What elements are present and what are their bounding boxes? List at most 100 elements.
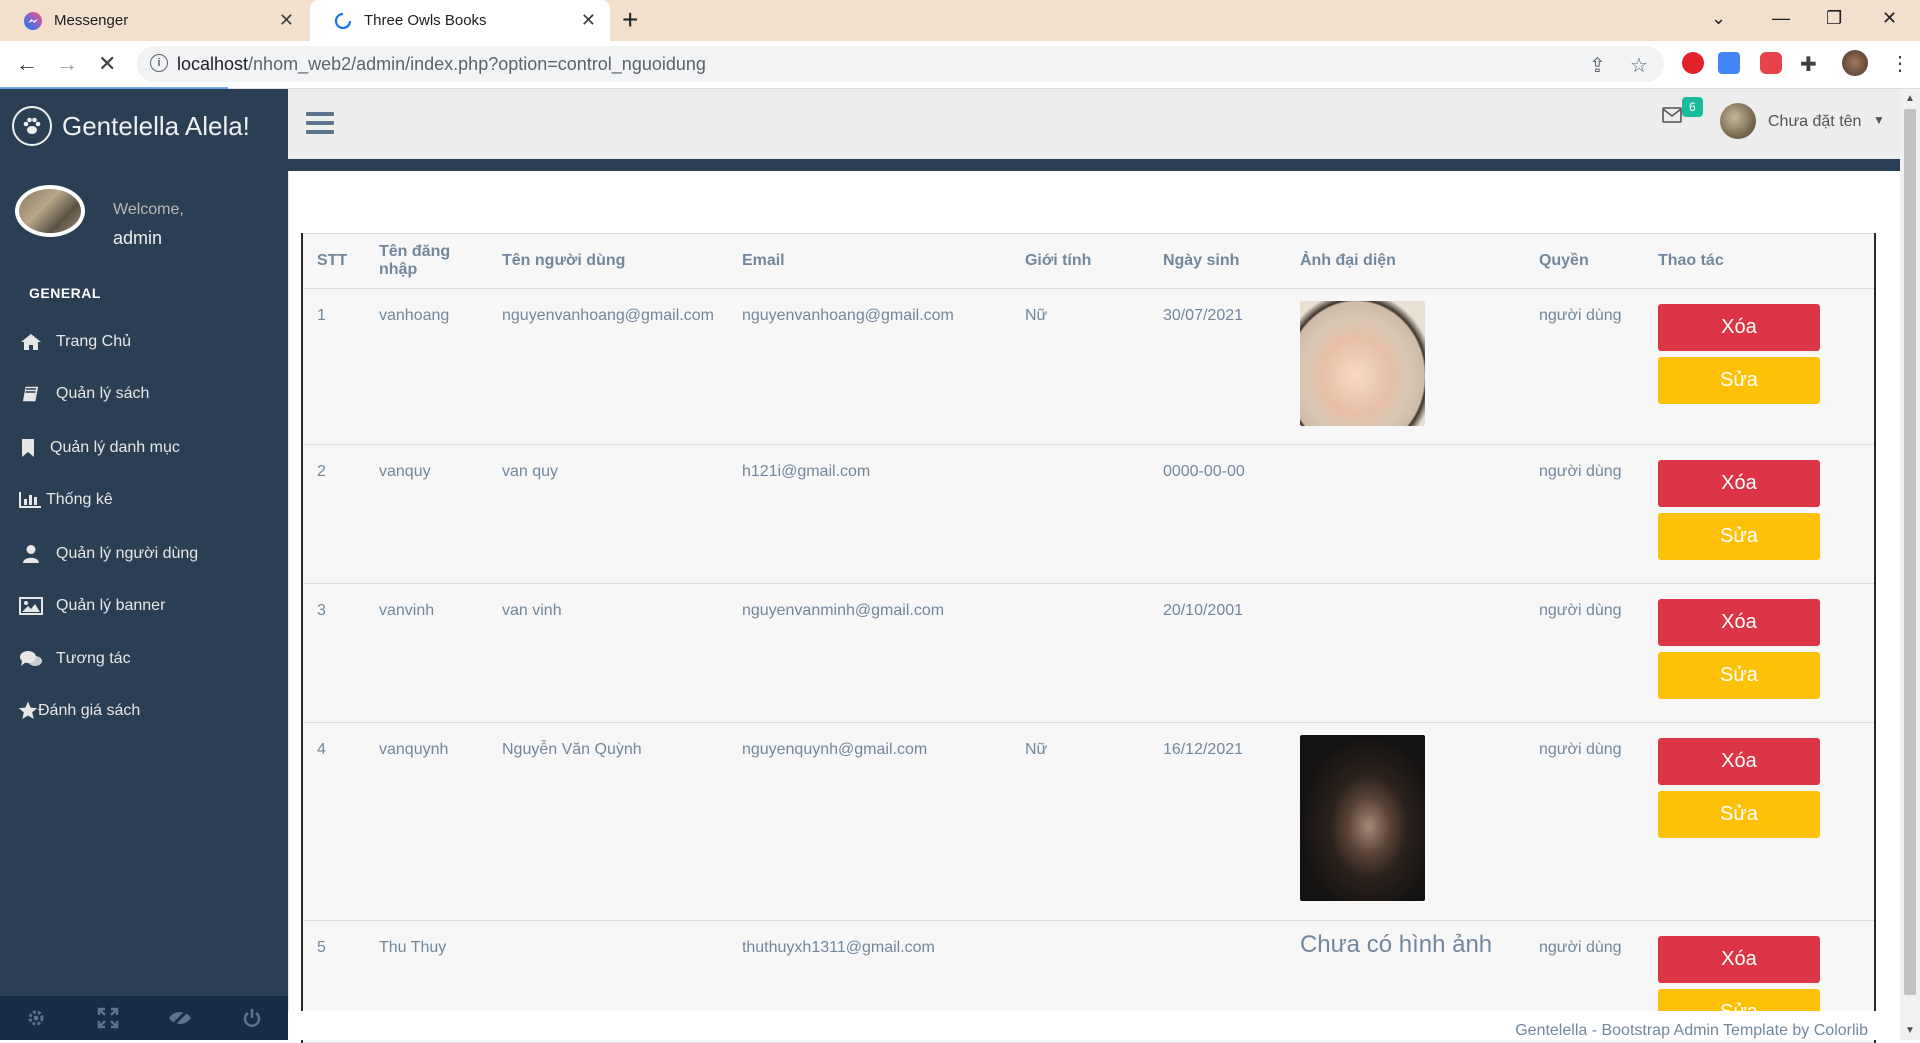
sidebar-item-categories[interactable]: Quản lý danh mục	[18, 438, 180, 458]
cell-avatar	[1285, 288, 1525, 445]
sidebar-item-reviews[interactable]: Đánh giá sách	[18, 701, 140, 720]
menu-toggle-icon[interactable]	[306, 112, 334, 139]
vertical-scrollbar[interactable]: ▲ ▼	[1900, 89, 1920, 1040]
tab-three-owls-books[interactable]: Three Owls Books ✕	[310, 0, 610, 41]
browser-menu-icon[interactable]: ⋮	[1890, 51, 1910, 76]
scrollbar-thumb[interactable]	[1904, 109, 1916, 995]
sidebar-item-users[interactable]: Quản lý người dùng	[18, 544, 198, 564]
col-header-email: Email	[727, 233, 1011, 289]
col-header-login: Tên đăng nhập	[365, 233, 488, 289]
envelope-icon[interactable]	[1662, 107, 1682, 128]
back-icon[interactable]: ←	[16, 51, 38, 77]
cell-login: vanhoang	[365, 288, 488, 445]
star-icon	[18, 701, 38, 720]
table-row: 1 vanhoang nguyenvanhoang@gmail.com nguy…	[302, 288, 1875, 445]
sidebar-item-label: Quản lý banner	[56, 597, 166, 614]
cell-email: nguyenvanhoang@gmail.com	[727, 288, 1011, 445]
url-text[interactable]: localhost/nhom_web2/admin/index.php?opti…	[177, 54, 706, 75]
site-info-icon[interactable]: i	[150, 54, 168, 72]
restore-icon[interactable]: ❐	[1826, 8, 1842, 29]
bookmark-icon	[18, 438, 38, 458]
edit-button[interactable]: Sửa	[1657, 791, 1820, 838]
delete-button[interactable]: Xóa	[1657, 599, 1820, 646]
sidebar-footer	[0, 996, 288, 1040]
cell-gender: Nữ	[1010, 288, 1149, 445]
delete-button[interactable]: Xóa	[1657, 936, 1820, 983]
browser-tab-strip: Messenger ✕ Three Owls Books ✕ + ⌄ — ❐ ✕	[0, 0, 1920, 41]
minimize-icon[interactable]: —	[1772, 8, 1790, 29]
footer-credit: Gentelella - Bootstrap Admin Template by…	[1515, 1022, 1868, 1039]
forward-icon[interactable]: →	[56, 51, 78, 77]
caret-down-icon[interactable]: ▼	[1873, 113, 1885, 127]
main-content: STT Tên đăng nhập Tên người dùng Email G…	[288, 171, 1887, 1043]
bar-chart-icon	[18, 491, 42, 509]
lock-eye-slash-icon[interactable]	[144, 996, 216, 1040]
profile-username: admin	[113, 228, 163, 248]
header-divider	[288, 159, 1900, 171]
profile-avatar	[15, 185, 85, 237]
cell-stt: 2	[302, 444, 365, 584]
profile-avatar-icon[interactable]	[1842, 50, 1868, 76]
sidebar-item-interactions[interactable]: Tương tác	[18, 649, 131, 669]
table-row: 3 vanvinh van vinh nguyenvanminh@gmail.c…	[302, 583, 1875, 723]
sidebar-item-home[interactable]: Trang Chủ	[18, 333, 131, 351]
cell-actions: Xóa Sửa	[1643, 722, 1875, 921]
cell-avatar	[1285, 444, 1525, 584]
close-tab-icon[interactable]: ✕	[581, 10, 596, 31]
puzzle-extensions-icon[interactable]: ✚	[1800, 52, 1822, 76]
sidebar-item-banner[interactable]: Quản lý banner	[18, 597, 165, 615]
cell-email: h121i@gmail.com	[727, 444, 1011, 584]
translate-extension-icon[interactable]	[1718, 52, 1740, 74]
cell-stt: 4	[302, 722, 365, 921]
user-icon	[18, 544, 44, 564]
cell-actions: Xóa Sửa	[1643, 288, 1875, 445]
fullscreen-icon[interactable]	[72, 996, 144, 1040]
opera-extension-icon[interactable]	[1682, 52, 1704, 74]
delete-button[interactable]: Xóa	[1657, 460, 1820, 507]
col-header-actions: Thao tác	[1643, 233, 1875, 289]
new-tab-icon[interactable]: +	[622, 6, 638, 34]
table-header-row: STT Tên đăng nhập Tên người dùng Email G…	[302, 233, 1875, 289]
settings-gear-icon[interactable]	[0, 996, 72, 1040]
brand[interactable]: Gentelella Alela!	[12, 106, 250, 146]
cell-actions: Xóa Sửa	[1643, 444, 1875, 584]
delete-button[interactable]: Xóa	[1657, 304, 1820, 351]
sidebar-item-label: Tương tác	[56, 650, 131, 667]
close-tab-icon[interactable]: ✕	[279, 10, 294, 31]
edit-button[interactable]: Sửa	[1657, 513, 1820, 560]
shield-extension-icon[interactable]	[1760, 52, 1782, 74]
cell-login: vanvinh	[365, 583, 488, 723]
cell-gender: Nữ	[1010, 722, 1149, 921]
share-icon[interactable]: ⇪	[1589, 53, 1606, 78]
col-header-dob: Ngày sinh	[1148, 233, 1286, 289]
sidebar-item-statistics[interactable]: Thống kê	[18, 491, 113, 509]
sidebar-item-label: Thống kê	[46, 491, 113, 508]
book-icon	[18, 385, 44, 403]
edit-button[interactable]: Sửa	[1657, 652, 1820, 699]
cell-dob: 30/07/2021	[1148, 288, 1286, 445]
power-logout-icon[interactable]	[216, 996, 288, 1040]
delete-button[interactable]: Xóa	[1657, 738, 1820, 785]
sidebar-item-label: Đánh giá sách	[38, 701, 141, 719]
tab-messenger[interactable]: Messenger ✕	[0, 0, 308, 41]
user-avatar[interactable]	[1720, 103, 1756, 139]
address-bar[interactable]: i localhost/nhom_web2/admin/index.php?op…	[137, 46, 1664, 82]
table-row: 4 vanquynh Nguyễn Văn Quỳnh nguyenquynh@…	[302, 722, 1875, 921]
cell-gender	[1010, 583, 1149, 723]
stop-loading-icon[interactable]: ✕	[98, 51, 116, 77]
cell-actions: Xóa Sửa	[1643, 583, 1875, 723]
close-window-icon[interactable]: ✕	[1882, 8, 1897, 29]
browser-toolbar: ← → ✕ i localhost/nhom_web2/admin/index.…	[0, 41, 1920, 89]
cell-name: van quy	[488, 444, 728, 584]
cell-role: người dùng	[1524, 722, 1644, 921]
scroll-up-arrow-icon[interactable]: ▲	[1905, 93, 1915, 104]
bookmark-star-icon[interactable]: ☆	[1630, 53, 1648, 78]
col-header-avatar: Ảnh đại diện	[1285, 233, 1525, 289]
cell-name: van vinh	[488, 583, 728, 723]
user-menu-name[interactable]: Chưa đặt tên	[1768, 113, 1861, 131]
sidebar-item-books[interactable]: Quản lý sách	[18, 385, 149, 403]
col-header-gender: Giới tính	[1010, 233, 1149, 289]
edit-button[interactable]: Sửa	[1657, 357, 1820, 404]
scroll-down-arrow-icon[interactable]: ▼	[1905, 1025, 1915, 1036]
tab-search-chevron-icon[interactable]: ⌄	[1711, 8, 1726, 29]
